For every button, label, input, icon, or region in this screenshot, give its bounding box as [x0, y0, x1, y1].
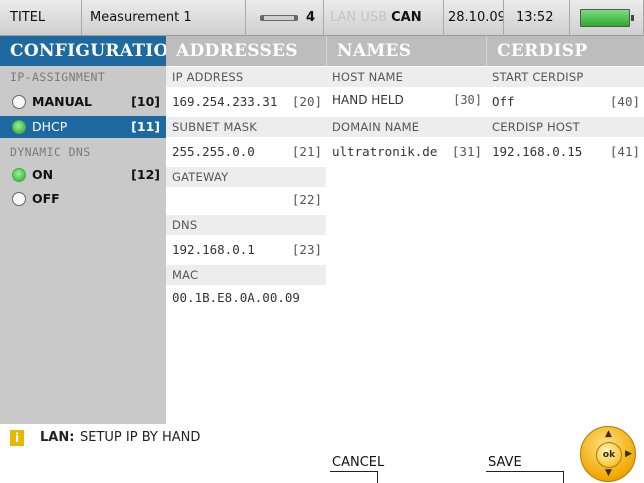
ok-button[interactable]: ok [596, 442, 622, 468]
dns-value: 192.168.0.1 [172, 242, 255, 257]
ip-assignment-heading: IP-ASSIGNMENT [10, 70, 106, 84]
subnet-mask-field[interactable]: 255.255.0.0 [21] [166, 139, 326, 165]
info-icon: i [10, 430, 24, 446]
gateway-code: [22] [291, 192, 322, 207]
radio-on-icon [12, 120, 26, 134]
dns-field[interactable]: 192.168.0.1 [23] [166, 237, 326, 263]
cerdisp-host-label: CERDISP HOST [486, 117, 644, 137]
battery-icon [580, 9, 634, 27]
time-display: 13:52 [504, 0, 570, 36]
plug-icon [260, 15, 298, 21]
nav-down-icon[interactable]: ▼ [605, 469, 612, 478]
date-display: 28.10.09 [444, 0, 504, 36]
option-off-label: OFF [32, 191, 60, 206]
cerdisp-host-value: 192.168.0.15 [492, 144, 583, 159]
ip-address-code: [20] [291, 94, 322, 109]
nav-up-icon[interactable]: ▲ [605, 430, 612, 439]
app-title: TITEL [0, 0, 82, 36]
radio-off-icon [12, 95, 26, 109]
mac-value: 00.1B.E8.0A.00.09 [172, 290, 300, 305]
gateway-field[interactable]: [22] [166, 187, 326, 213]
option-manual-code: [10] [131, 94, 160, 109]
option-on-code: [12] [131, 167, 160, 182]
option-dhcp-code: [11] [131, 119, 160, 134]
ip-address-field[interactable]: 169.254.233.31 [20] [166, 89, 326, 115]
start-cerdisp-value: Off [492, 94, 515, 109]
ip-address-label: IP ADDRESS [166, 67, 326, 87]
radio-on-icon [12, 168, 26, 182]
tab-configuration[interactable]: CONFIGURATION [0, 36, 166, 66]
mac-field: 00.1B.E8.0A.00.09 [166, 285, 326, 311]
iface-usb: USB [360, 10, 387, 25]
save-label: SAVE [488, 455, 522, 470]
battery-status [570, 0, 644, 36]
interface-indicator: LAN USB CAN [324, 0, 444, 36]
host-name-label: HOST NAME [326, 67, 486, 87]
ip-address-value: 169.254.233.31 [172, 94, 278, 109]
status-bar: TITEL Measurement 1 4 LAN USB CAN 28.10.… [0, 0, 644, 36]
dns-code: [23] [291, 242, 322, 257]
host-name-value: HAND HELD [332, 93, 404, 107]
measurement-name[interactable]: Measurement 1 [82, 0, 246, 36]
subnet-mask-code: [21] [291, 144, 322, 159]
dns-label: DNS [166, 215, 326, 235]
option-dhcp-label: DHCP [32, 119, 68, 134]
info-text: SETUP IP BY HAND [80, 430, 201, 445]
option-dns-on[interactable]: ON [12] [0, 164, 166, 186]
configuration-panel: IP-ASSIGNMENT MANUAL [10] DHCP [11] DYNA… [0, 66, 166, 424]
start-cerdisp-label: START CERDISP [486, 67, 644, 87]
info-line: i LAN: SETUP IP BY HAND [0, 428, 600, 448]
domain-name-field[interactable]: ultratronik.de [31] [326, 139, 486, 165]
option-dns-off[interactable]: OFF [0, 188, 166, 210]
nav-right-icon[interactable]: ▶ [625, 450, 632, 459]
host-name-code: [30] [453, 93, 482, 107]
names-panel: HOST NAME HAND HELD [30] DOMAIN NAME ult… [326, 66, 486, 424]
tab-cerdisp[interactable]: CERDISP [486, 36, 644, 66]
cancel-label: CANCEL [332, 455, 385, 470]
domain-name-label: DOMAIN NAME [326, 117, 486, 137]
tab-addresses[interactable]: ADDRESSES [166, 36, 326, 66]
gateway-label: GATEWAY [166, 167, 326, 187]
cerdisp-host-code: [41] [609, 144, 640, 159]
dynamic-dns-heading: DYNAMIC DNS [10, 145, 91, 159]
plug-count: 4 [306, 10, 316, 25]
option-dhcp[interactable]: DHCP [11] [0, 116, 166, 138]
start-cerdisp-code: [40] [609, 94, 640, 109]
navigation-pad[interactable]: ▲ ▼ ▶ ok [580, 426, 636, 482]
subnet-mask-value: 255.255.0.0 [172, 144, 255, 159]
mac-label: MAC [166, 265, 326, 285]
info-key: LAN: [40, 430, 75, 445]
connection-indicator: 4 [246, 0, 324, 36]
option-manual[interactable]: MANUAL [10] [0, 91, 166, 113]
save-button[interactable]: SAVE [486, 455, 564, 483]
option-manual-label: MANUAL [32, 94, 92, 109]
iface-lan: LAN [330, 10, 357, 25]
radio-off-icon [12, 192, 26, 206]
domain-name-value: ultratronik.de [332, 144, 438, 159]
tab-names[interactable]: NAMES [326, 36, 486, 66]
subnet-mask-label: SUBNET MASK [166, 117, 326, 137]
start-cerdisp-field[interactable]: Off [40] [486, 89, 644, 115]
option-on-label: ON [32, 167, 54, 182]
iface-can: CAN [391, 10, 422, 25]
cerdisp-host-field[interactable]: 192.168.0.15 [41] [486, 139, 644, 165]
domain-name-code: [31] [451, 144, 482, 159]
addresses-panel: IP ADDRESS 169.254.233.31 [20] SUBNET MA… [166, 66, 326, 424]
host-name-field[interactable]: HAND HELD [30] [326, 87, 486, 113]
cerdisp-panel: START CERDISP Off [40] CERDISP HOST 192.… [486, 66, 644, 424]
cancel-button[interactable]: CANCEL [330, 455, 384, 483]
